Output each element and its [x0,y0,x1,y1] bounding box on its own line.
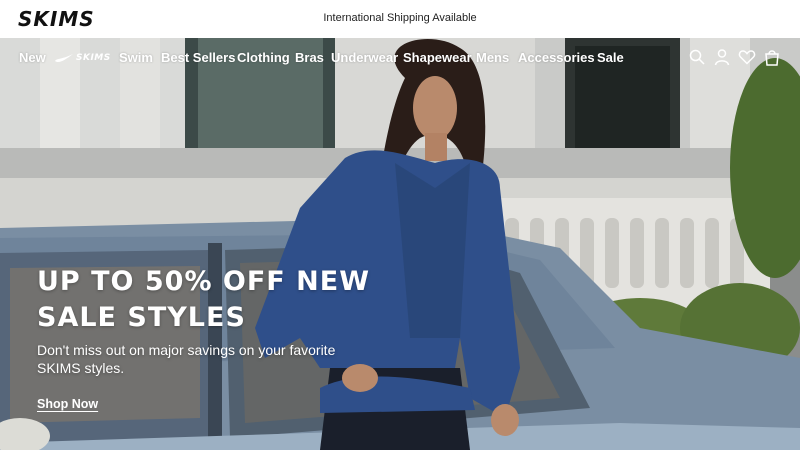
nike-swoosh-icon [55,53,73,62]
shipping-announcement: International Shipping Available [323,12,477,24]
nav-item-bras[interactable]: Bras [295,50,324,65]
announcement-bar: SKIMS International Shipping Available [0,0,800,38]
search-icon[interactable] [688,48,706,66]
wishlist-icon[interactable] [738,48,756,66]
nav-item-best-sellers[interactable]: Best Sellers [161,50,235,65]
shop-now-link[interactable]: Shop Now [37,397,98,411]
nav-item-mens[interactable]: Mens [476,50,509,65]
nav-item-underwear[interactable]: Underwear [331,50,398,65]
nav-item-swim[interactable]: Swim [119,50,153,65]
nikeskims-label: SKIMS [76,53,111,63]
header-icons [688,48,788,68]
hero-banner[interactable] [0,38,800,450]
hero-subcopy: Don't miss out on major savings on your … [37,342,336,376]
cart-icon[interactable] [763,48,781,66]
nav-item-sale[interactable]: Sale [597,50,624,65]
hero-image [0,38,800,450]
nav-item-new[interactable]: New [19,50,46,65]
main-nav: New SKIMS Swim Best Sellers Clothing Bra… [0,38,800,76]
account-icon[interactable] [713,48,731,66]
nav-item-shapewear[interactable]: Shapewear [403,50,472,65]
nav-item-clothing[interactable]: Clothing [237,50,290,65]
hero-headline: UP TO 50% OFF NEW SALE STYLES [37,266,370,333]
nav-item-accessories[interactable]: Accessories [518,50,595,65]
nav-item-nikeskims[interactable]: SKIMS [55,51,111,65]
